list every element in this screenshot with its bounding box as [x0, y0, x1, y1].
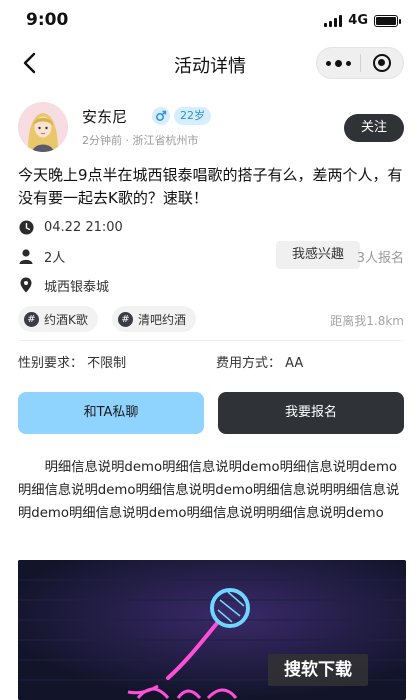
tag-chip[interactable]: # 清吧约酒 [112, 306, 197, 332]
tags-row: # 约酒K歌 # 清吧约酒 距离我1.8km [18, 306, 404, 332]
author-row: 安东尼 22岁 2分钟前 · 浙江省杭州市 关注 [18, 102, 404, 154]
join-button[interactable]: 我要报名 [218, 392, 404, 434]
signal-icon [324, 14, 343, 27]
detail-text: 明细信息说明demo明细信息说明demo明细信息说明demo明细信息说明demo… [18, 460, 400, 521]
location-icon [18, 277, 34, 293]
people-icon [18, 248, 34, 264]
post-time: 2分钟前 [82, 134, 122, 147]
close-target-icon [372, 54, 391, 72]
network-type: 4G [348, 13, 368, 28]
datetime-row: 04.22 21:00 [18, 216, 404, 238]
venue-row: 城西银泰城 [18, 274, 404, 296]
gender-requirement: 性别要求： 不限制 [18, 356, 127, 371]
avatar[interactable] [18, 102, 68, 152]
close-button[interactable] [361, 48, 404, 78]
tag-label: 清吧约酒 [138, 312, 187, 327]
gender-badge [152, 107, 170, 125]
mini-program-capsule [316, 47, 404, 79]
private-chat-button[interactable]: 和TA私聊 [18, 392, 204, 434]
tag-chip[interactable]: # 约酒K歌 [18, 306, 98, 332]
venue-name: 城西银泰城 [44, 279, 110, 295]
hashtag-icon: # [118, 311, 133, 327]
tag-label: 约酒K歌 [44, 312, 88, 327]
more-button[interactable] [317, 48, 360, 78]
avatar-image [18, 102, 68, 152]
user-meta: 2分钟前 · 浙江省杭州市 [82, 134, 199, 147]
people-row: 2人 我感兴趣 3人报名 [18, 241, 404, 269]
activity-description: 今天晚上9点半在城西银泰唱歌的搭子有么，差两个人，有没有要一起去K歌的？速联！ [18, 166, 403, 207]
fee-method: 费用方式： AA [216, 356, 304, 371]
requirements-row: 性别要求： 不限制 费用方式： AA [18, 352, 404, 372]
watermark: 搜软下载 [268, 654, 368, 686]
more-icon [325, 59, 351, 67]
action-buttons: 和TA私聊 我要报名 [18, 392, 404, 434]
status-time: 9:00 [26, 10, 69, 30]
nav-bar: 活动详情 [0, 40, 420, 88]
divider [18, 340, 404, 341]
username: 安东尼 [82, 108, 128, 126]
clock-icon [18, 219, 34, 235]
signup-count: 3人报名 [356, 251, 404, 266]
interest-button[interactable]: 我感兴趣 [276, 241, 360, 269]
male-icon [156, 110, 167, 121]
follow-button[interactable]: 关注 [344, 114, 404, 142]
activity-datetime: 04.22 21:00 [44, 219, 123, 235]
hashtag-icon: # [24, 311, 39, 327]
battery-icon [374, 14, 401, 27]
status-bar: 9:00 4G [0, 0, 420, 40]
status-icons: 4G [324, 13, 401, 28]
distance-label: 距离我1.8km [330, 314, 404, 328]
user-location: 浙江省杭州市 [132, 134, 199, 147]
people-count: 2人 [44, 250, 66, 266]
age-badge: 22岁 [174, 107, 211, 125]
